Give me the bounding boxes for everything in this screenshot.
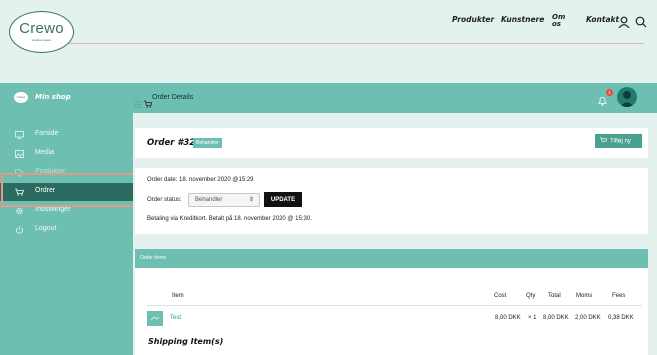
page-title: Order Details — [152, 94, 194, 101]
sidebar-item-media[interactable]: Media — [0, 145, 133, 163]
add-new-label: Tilføj ny — [610, 138, 631, 145]
logo-tagline: creative space — [31, 38, 52, 42]
status-select-value: Behandler — [195, 197, 223, 203]
item-cost: 8,00 DKK — [495, 315, 521, 321]
item-fees: 0,38 DKK — [608, 315, 634, 321]
sidebar-item-label: Logout — [35, 225, 57, 232]
sidebar-item-label: Media — [35, 149, 55, 156]
item-qty: × 1 — [528, 315, 537, 321]
product-thumbnail — [147, 311, 163, 326]
site-logo[interactable]: Crewo creative space — [9, 11, 74, 53]
select-arrows-icon: ⇕ — [248, 197, 254, 203]
sidebar-item-forside[interactable]: Forside — [0, 126, 133, 144]
image-icon — [15, 150, 24, 160]
shipping-items-title: Shipping Item(s) — [148, 337, 224, 346]
app-bar — [0, 83, 657, 113]
column-header-cost: Cost — [494, 293, 507, 299]
avatar[interactable] — [617, 87, 637, 107]
status-badge: Behandler — [193, 138, 222, 148]
item-total: 8,00 DKK — [543, 315, 569, 321]
column-header-total: Total — [548, 293, 561, 299]
status-select[interactable]: Behandler ⇕ — [188, 193, 260, 207]
table-header-divider — [147, 305, 642, 306]
user-icon[interactable] — [618, 15, 630, 33]
gear-icon — [15, 207, 24, 217]
nav-artists[interactable]: Kunstnere — [501, 15, 544, 24]
order-date: Order date: 18. november 2020 @15:29 — [147, 177, 254, 183]
nav-products[interactable]: Produkter — [452, 15, 494, 24]
column-header-item: Item — [172, 293, 184, 299]
sidebar-item-label: Indstillinger — [35, 206, 71, 213]
column-header-moms: Moms — [576, 293, 593, 299]
payment-info: Betaling via Kreditkort. Betalt på 18. n… — [147, 216, 312, 222]
order-items-title: Order items — [140, 255, 167, 261]
notification-badge: 1 — [606, 89, 613, 96]
nav-about[interactable]: Om os — [552, 14, 565, 28]
power-icon — [15, 226, 24, 236]
cart-icon — [144, 95, 153, 113]
shop-logo[interactable]: Crewo — [14, 92, 28, 103]
nav-about-line2: os — [552, 20, 561, 28]
bell-icon[interactable] — [598, 93, 607, 111]
logo-text: Crewo — [19, 20, 64, 37]
menu-toggle-icon[interactable] — [134, 95, 142, 113]
search-icon[interactable] — [635, 15, 647, 33]
update-button[interactable]: UPDATE — [264, 192, 302, 207]
shop-name[interactable]: Min shop — [35, 93, 71, 101]
status-label: Order status: — [147, 197, 182, 203]
column-header-fees: Fees — [612, 293, 626, 299]
item-name-link[interactable]: Test — [170, 315, 181, 321]
order-items-header — [135, 249, 648, 268]
sidebar-item-label: Forside — [35, 130, 59, 137]
cart-icon — [600, 137, 608, 145]
monitor-icon — [15, 131, 24, 141]
header-divider — [14, 43, 644, 44]
add-new-button[interactable]: Tilføj ny — [595, 134, 642, 148]
nav-contact[interactable]: Kontakt — [586, 15, 619, 24]
active-item-highlight — [1, 173, 142, 207]
sidebar: Forside Media Produkter Ordrer Indstilli… — [0, 113, 133, 355]
item-moms: 2,00 DKK — [575, 315, 601, 321]
sidebar-item-logout[interactable]: Logout — [0, 221, 133, 239]
column-header-qty: Qty — [526, 293, 536, 299]
